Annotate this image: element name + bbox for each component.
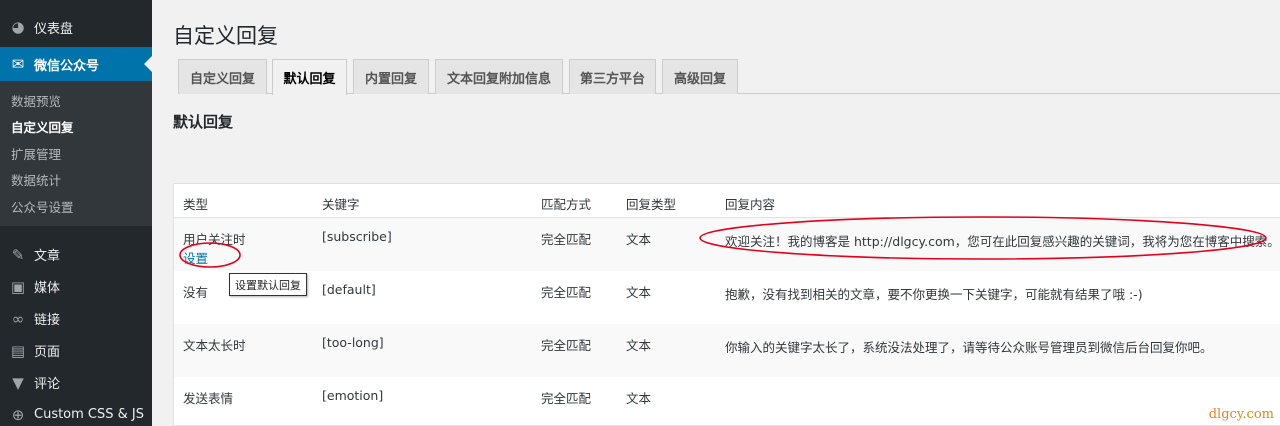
column-header-match: 匹配方式 [541,197,592,212]
menu-item-comments[interactable]: ▼ 评论 [0,366,152,400]
section-title: 默认回复 [173,113,234,131]
table-row: 没有 [default] 完全匹配 文本 抱歉，没有找到相关的文章，要不你更换一… [174,271,1280,324]
wechat-icon: ✉ [11,55,25,73]
row-match: 完全匹配 [541,285,592,300]
menu-label-dashboard: 仪表盘 [34,21,74,37]
comment-icon: ▼ [12,373,24,392]
row-match: 完全匹配 [541,232,592,247]
menu-item-wechat[interactable]: ✉ 微信公众号 [0,47,152,81]
menu-label-custom-css-js: Custom CSS & JS [34,407,145,422]
tab-third-party[interactable]: 第三方平台 [569,59,656,94]
row-type: 没有 [183,285,209,300]
row-type: 用户关注时 [183,232,246,247]
table-header-row: 类型 关键字 匹配方式 回复类型 回复内容 [174,184,1280,218]
pin-icon: ✎ [11,245,25,264]
watermark: dlgcy.com [1208,407,1274,422]
column-header-type: 类型 [183,197,209,212]
table-row: 文本太长时 [too-long] 完全匹配 文本 你输入的关键字太长了，系统没法… [174,324,1280,377]
row-match: 完全匹配 [541,391,592,406]
row-keyword: [subscribe] [322,229,392,244]
tab-default-reply[interactable]: 默认回复 [272,59,347,95]
menu-label-links: 链接 [34,313,61,328]
menu-label-comments: 评论 [34,377,61,392]
menu-item-dashboard[interactable]: ◕ 仪表盘 [0,10,152,44]
row-reply-content: 抱歉，没有找到相关的文章，要不你更换一下关键字，可能就有结果了哦 :-) [725,287,1143,302]
menu-label-media: 媒体 [34,281,61,296]
row-reply-type: 文本 [626,391,652,406]
row-keyword: [emotion] [322,388,384,403]
main-content: 自定义回复 自定义回复 默认回复 内置回复 文本回复附加信息 第三方平台 高级回… [152,0,1280,426]
menu-label-wechat: 微信公众号 [34,58,100,74]
row-reply-type: 文本 [626,232,652,247]
row-keyword: [default] [322,282,376,297]
menu-item-pages[interactable]: ▤ 页面 [0,334,152,368]
row-type: 发送表情 [183,391,234,406]
menu-label-pages: 页面 [34,345,61,360]
row-reply-content: 欢迎关注！我的博客是 http://dlgcy.com，您可在此回复感兴趣的关键… [725,234,1280,249]
submenu-item-account-settings[interactable]: 公众号设置 [0,193,152,220]
column-header-reply-content: 回复内容 [725,197,776,212]
row-reply-type: 文本 [626,338,652,353]
tab-bar: 自定义回复 默认回复 内置回复 文本回复附加信息 第三方平台 高级回复 [178,59,1280,95]
page-icon: ▤ [10,341,26,360]
plus-circle-icon: ⊕ [11,405,25,424]
tab-builtin-reply[interactable]: 内置回复 [353,59,429,94]
dashboard-icon: ◕ [11,18,25,36]
row-set-link[interactable]: 设置 [183,248,208,267]
row-keyword: [too-long] [322,335,384,350]
row-reply-content: 你输入的关键字太长了，系统没法处理了，请等待公众账号管理员到微信后台回复你吧。 [725,340,1213,355]
wechat-submenu: 数据预览 自定义回复 扩展管理 数据统计 公众号设置 [0,81,152,226]
submenu-item-extensions[interactable]: 扩展管理 [0,140,152,167]
tooltip: 设置默认回复 [229,273,307,296]
row-match: 完全匹配 [541,338,592,353]
menu-label-posts: 文章 [34,249,61,264]
column-header-keyword: 关键字 [322,197,360,212]
submenu-item-data-preview[interactable]: 数据预览 [0,87,152,114]
column-header-reply-type: 回复类型 [626,197,677,212]
menu-item-media[interactable]: ▣ 媒体 [0,270,152,304]
tab-advanced-reply[interactable]: 高级回复 [662,59,738,94]
media-icon: ▣ [10,277,26,296]
tab-text-reply-extra[interactable]: 文本回复附加信息 [435,59,563,94]
default-reply-table: 类型 关键字 匹配方式 回复类型 回复内容 用户关注时 设置 [subscrib… [173,183,1280,426]
page-title: 自定义回复 [173,24,278,48]
tab-custom-reply[interactable]: 自定义回复 [178,59,267,94]
table-row: 用户关注时 设置 [subscribe] 完全匹配 文本 欢迎关注！我的博客是 … [174,218,1280,271]
table-row: 发送表情 [emotion] 完全匹配 文本 [174,377,1280,425]
row-type: 文本太长时 [183,338,246,353]
admin-sidebar: ◕ 仪表盘 ✉ 微信公众号 数据预览 自定义回复 扩展管理 数据统计 公众号设置… [0,0,152,426]
link-icon: ∞ [11,309,25,328]
submenu-item-statistics[interactable]: 数据统计 [0,167,152,194]
menu-item-links[interactable]: ∞ 链接 [0,302,152,336]
menu-item-custom-css-js[interactable]: ⊕ Custom CSS & JS [0,398,152,426]
menu-item-posts[interactable]: ✎ 文章 [0,238,152,272]
submenu-item-custom-reply[interactable]: 自定义回复 [0,114,152,141]
row-reply-type: 文本 [626,285,652,300]
